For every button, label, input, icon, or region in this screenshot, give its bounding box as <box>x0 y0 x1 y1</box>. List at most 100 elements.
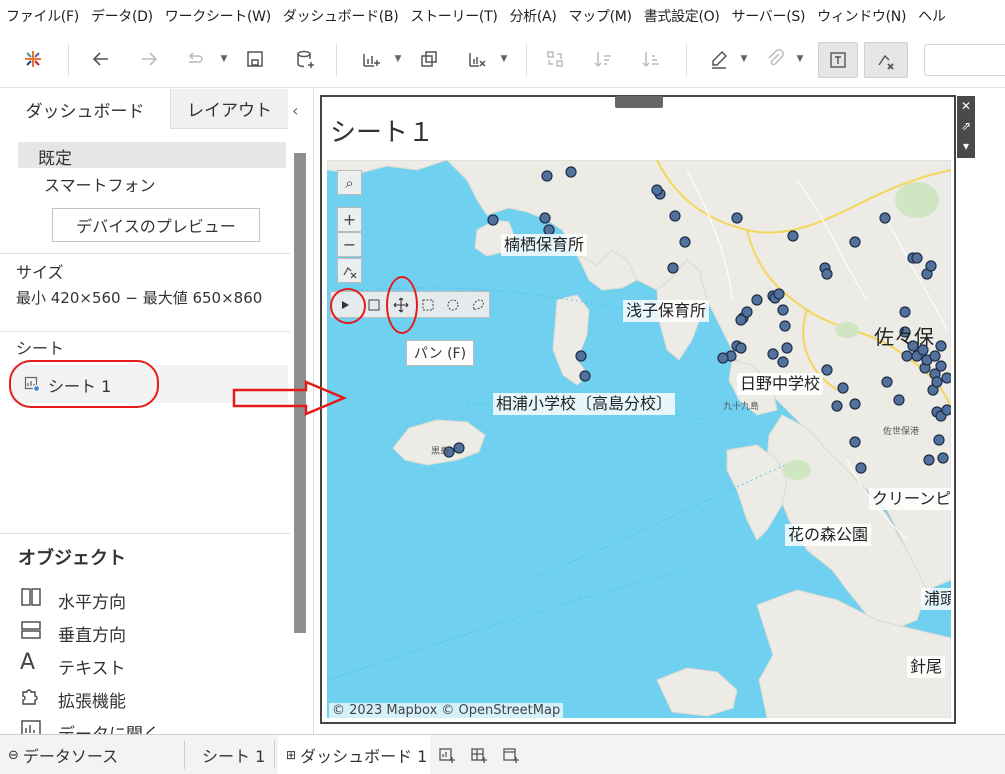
map-point[interactable] <box>731 212 743 224</box>
go-to-sheet-icon[interactable]: ⇗ <box>957 116 975 136</box>
object-vertical[interactable]: 垂直方向 <box>58 621 126 646</box>
map-point[interactable] <box>667 262 679 274</box>
rect-selection-icon[interactable] <box>419 296 437 314</box>
map-point[interactable] <box>931 376 943 388</box>
map-point[interactable] <box>487 214 499 226</box>
drag-handle[interactable] <box>615 96 663 108</box>
map-point[interactable] <box>935 360 947 372</box>
map-attribution[interactable]: © 2023 Mapbox © OpenStreetMap <box>329 703 564 718</box>
map-point[interactable] <box>929 350 941 362</box>
map-point[interactable] <box>879 212 891 224</box>
map-point[interactable] <box>741 306 753 318</box>
map-point[interactable] <box>669 210 681 222</box>
map-point[interactable] <box>539 212 551 224</box>
more-options-icon[interactable]: ▾ <box>957 136 975 156</box>
remove-icon[interactable]: ✕ <box>957 96 975 116</box>
new-datasource-icon[interactable] <box>290 44 320 74</box>
map-point[interactable] <box>751 294 763 306</box>
map-point[interactable] <box>821 268 833 280</box>
size-value[interactable]: 最小 420×560 − 最大値 650×860 <box>16 287 262 308</box>
map-point[interactable] <box>579 370 591 382</box>
map-point[interactable] <box>777 356 789 368</box>
object-ask-data[interactable]: データに聞く <box>58 720 160 734</box>
map-point[interactable] <box>575 350 587 362</box>
new-worksheet-icon[interactable] <box>356 44 386 74</box>
menu-window[interactable]: ウィンドウ(N) <box>811 6 912 26</box>
fix-axes-icon[interactable] <box>864 42 908 78</box>
reset-map-icon[interactable] <box>337 258 362 283</box>
map-point[interactable] <box>777 304 789 316</box>
tab-datasource[interactable]: ⊖ データソース <box>8 735 118 774</box>
back-icon[interactable] <box>86 44 116 74</box>
map-point[interactable] <box>717 352 729 364</box>
toolbar-search-field[interactable] <box>924 44 1005 76</box>
map-point[interactable] <box>941 372 951 384</box>
device-default[interactable]: 既定 <box>38 144 72 169</box>
chevron-down-icon[interactable]: ▼ <box>392 44 404 74</box>
new-story-tab-icon[interactable] <box>502 735 520 774</box>
map-point[interactable] <box>821 364 833 376</box>
map-point[interactable] <box>911 252 923 264</box>
device-phone[interactable]: スマートフォン <box>44 172 156 196</box>
menu-dashboard[interactable]: ダッシュボード(B) <box>277 6 405 26</box>
lasso-selection-icon[interactable] <box>469 296 487 314</box>
map-point[interactable] <box>787 230 799 242</box>
map-point[interactable] <box>881 376 893 388</box>
menu-file[interactable]: ファイル(F) <box>0 6 85 26</box>
map-point[interactable] <box>679 236 691 248</box>
map-point[interactable] <box>453 442 465 454</box>
menu-analysis[interactable]: 分析(A) <box>503 6 562 26</box>
chevron-down-icon[interactable]: ▼ <box>738 44 750 74</box>
highlight-icon[interactable] <box>704 44 734 74</box>
duplicate-sheet-icon[interactable] <box>414 44 444 74</box>
save-icon[interactable] <box>240 44 270 74</box>
map-point[interactable] <box>767 348 779 360</box>
map-point[interactable] <box>781 342 793 354</box>
map-point[interactable] <box>923 454 935 466</box>
map-point[interactable] <box>855 462 867 474</box>
sort-descending-icon[interactable] <box>636 44 666 74</box>
map-point[interactable] <box>935 340 947 352</box>
rectangle-select-icon[interactable] <box>365 296 383 314</box>
object-text[interactable]: テキスト <box>58 654 126 679</box>
map-point[interactable] <box>941 404 951 416</box>
map-point[interactable] <box>541 170 553 182</box>
redo-icon[interactable] <box>180 44 210 74</box>
new-dashboard-tab-icon[interactable] <box>470 735 488 774</box>
zoom-in-icon[interactable]: + <box>337 207 362 232</box>
map-search-icon[interactable]: ⌕ <box>337 170 362 195</box>
tableau-logo-icon[interactable] <box>18 44 48 74</box>
map-point[interactable] <box>837 382 849 394</box>
menu-server[interactable]: サーバー(S) <box>726 6 812 26</box>
object-extension[interactable]: 拡張機能 <box>58 687 126 712</box>
map-point[interactable] <box>831 400 843 412</box>
menu-format[interactable]: 書式設定(O) <box>638 6 726 26</box>
paperclip-icon[interactable] <box>760 44 790 74</box>
tab-sheet[interactable]: シート 1 <box>202 735 265 774</box>
map-point[interactable] <box>899 306 911 318</box>
map-point[interactable] <box>773 288 785 300</box>
map-point[interactable] <box>933 434 945 446</box>
menu-help[interactable]: ヘル <box>912 6 951 26</box>
device-preview-button[interactable]: デバイスのプレビュー <box>52 208 260 242</box>
map-point[interactable] <box>893 394 905 406</box>
new-worksheet-tab-icon[interactable] <box>438 735 456 774</box>
tab-layout[interactable]: レイアウト <box>170 89 288 129</box>
show-title-icon[interactable] <box>818 42 858 78</box>
map-point[interactable] <box>849 236 861 248</box>
chevron-down-icon[interactable]: ▼ <box>794 44 806 74</box>
chevron-down-icon[interactable]: ▼ <box>498 44 510 74</box>
map-point[interactable] <box>779 320 791 332</box>
tab-dashboard-1[interactable]: ⊞ ダッシュボード 1 <box>278 735 430 774</box>
chevron-down-icon[interactable]: ▼ <box>218 44 230 74</box>
map-point[interactable] <box>849 436 861 448</box>
map-point[interactable] <box>937 452 949 464</box>
clear-sheet-icon[interactable] <box>462 44 492 74</box>
map-point[interactable] <box>901 350 913 362</box>
menu-data[interactable]: データ(D) <box>85 6 159 26</box>
zoom-out-icon[interactable]: − <box>337 232 362 257</box>
map-point[interactable] <box>735 342 747 354</box>
menu-map[interactable]: マップ(M) <box>563 6 638 26</box>
radial-selection-icon[interactable] <box>444 296 462 314</box>
map-point[interactable] <box>651 184 663 196</box>
